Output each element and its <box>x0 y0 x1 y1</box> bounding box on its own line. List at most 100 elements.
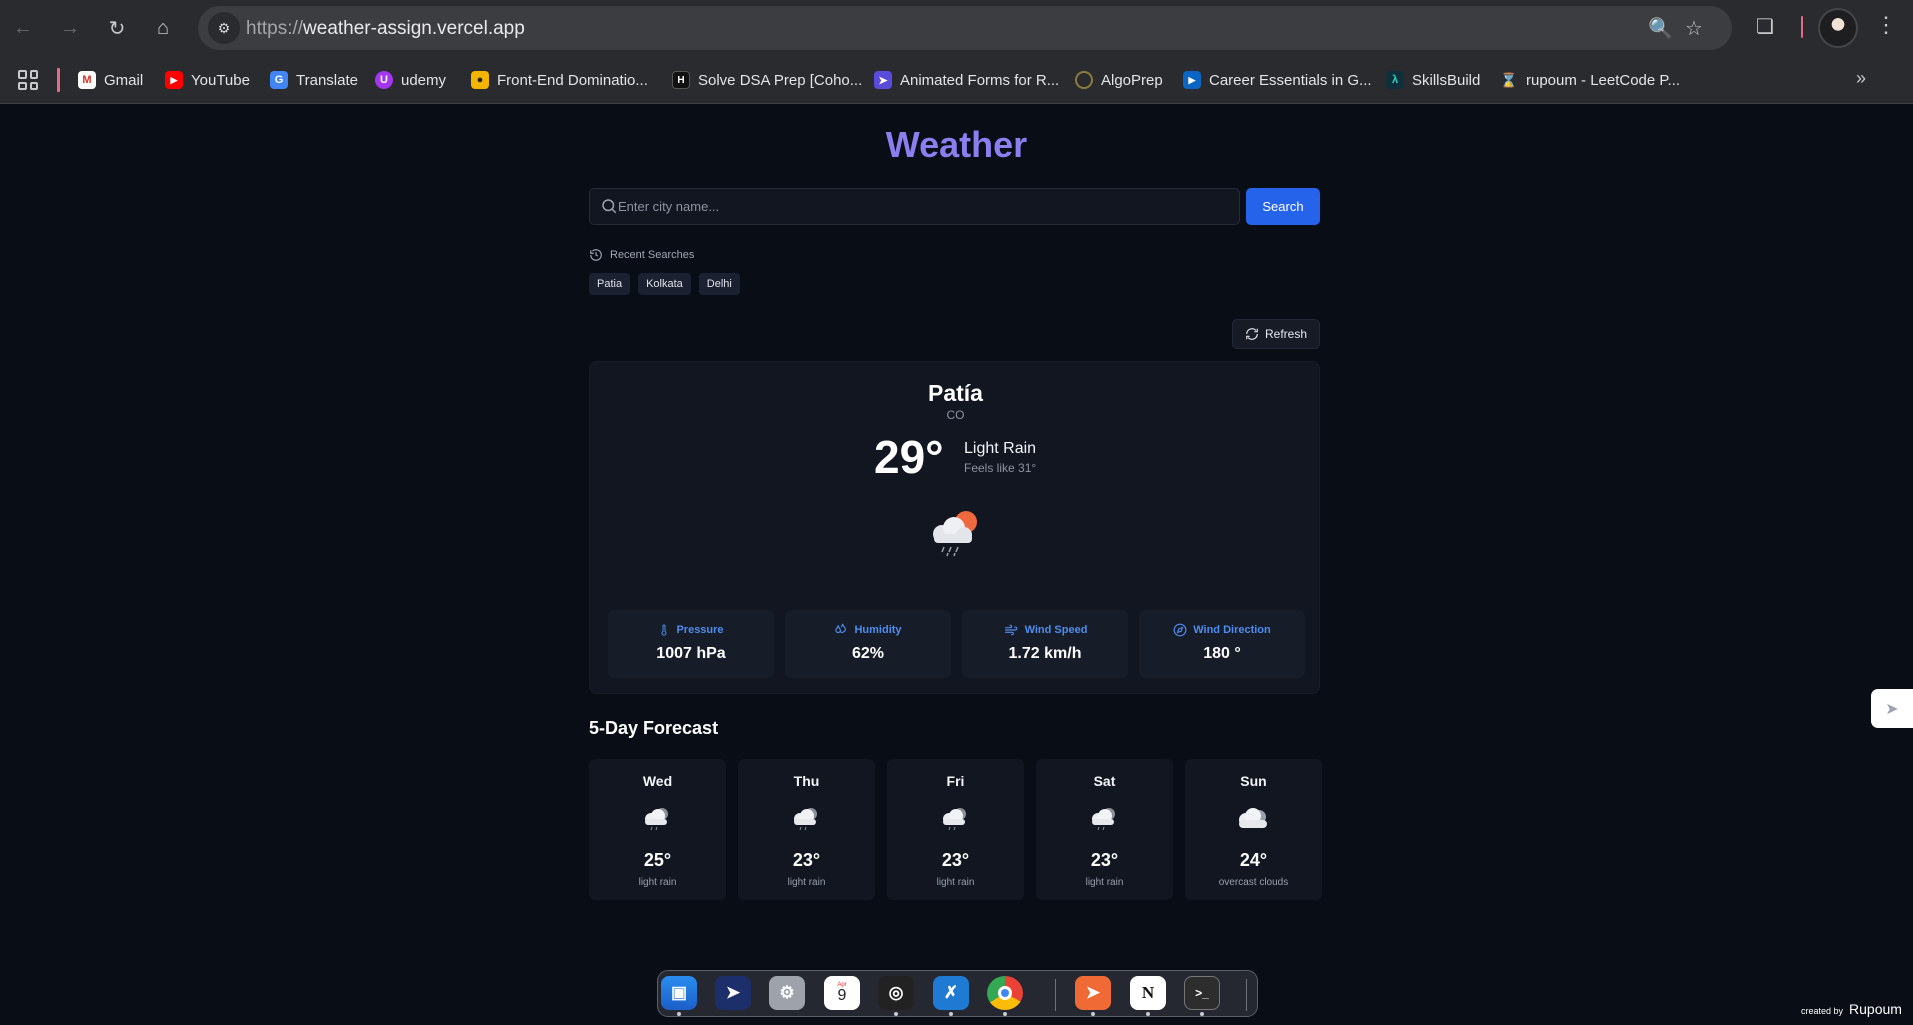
bookmark-skillsbuild[interactable]: λ SkillsBuild <box>1386 68 1480 92</box>
divider <box>57 68 60 92</box>
credit-name[interactable]: Rupoum <box>1849 1001 1902 1017</box>
bookmark-animated-forms[interactable]: ➤ Animated Forms for R... <box>874 68 1059 92</box>
forecast-day-name: Sun <box>1240 773 1267 789</box>
forecast-heading: 5-Day Forecast <box>589 718 719 738</box>
forecast-day-name: Wed <box>642 773 673 789</box>
skillsbuild-icon: λ <box>1386 71 1404 89</box>
bookmark-algoprep[interactable]: AlgoPrep <box>1075 68 1163 92</box>
bookmark-leetcode[interactable]: ⌛ rupoum - LeetCode P... <box>1500 68 1680 92</box>
current-temperature: 29° <box>874 431 944 483</box>
forecast-day-card: Fri 23° light rain <box>887 759 1024 900</box>
divider <box>1801 16 1803 38</box>
launchpad-rocket-icon[interactable]: ➤ <box>715 976 751 1010</box>
forecast-temp: 25° <box>643 850 672 870</box>
condition-text: Light Rain <box>964 440 1037 457</box>
bookmarks-bar: M Gmail ▶ YouTube G Translate Uudemy ● Front… <box>0 56 1913 104</box>
forecast-temp: 24° <box>1239 850 1268 870</box>
bookmark-label: Translate <box>296 71 358 89</box>
site-settings-icon[interactable]: ⚙ <box>208 12 240 44</box>
page-title: Weather <box>885 124 1028 165</box>
stat-label: Wind Speed <box>1024 624 1088 636</box>
weather-stats: Pressure 1007 hPa Humidity 62% Wind Spee… <box>608 610 1305 678</box>
postman-icon[interactable]: ➤ <box>1075 976 1111 1010</box>
translate-icon: G <box>270 71 288 89</box>
udemy-icon: U <box>375 71 393 89</box>
forecast-temp: 23° <box>792 850 821 870</box>
settings-gear-icon[interactable]: ⚙ <box>769 976 805 1010</box>
finder-icon[interactable]: ▣ <box>661 976 697 1010</box>
rain-cloud-icon <box>943 808 966 831</box>
refresh-icon <box>1246 328 1258 340</box>
compass-icon <box>1173 623 1187 637</box>
stat-label: Wind Direction <box>1193 624 1271 636</box>
address-bar[interactable]: ⚙ https://weather-assign.vercel.app 🔍 ☆ <box>198 6 1732 50</box>
running-indicator <box>1003 1012 1007 1016</box>
bookmark-frontend[interactable]: ● Front-End Dominatio... <box>471 68 648 92</box>
vscode-icon[interactable]: ✗ <box>933 976 969 1010</box>
search-button[interactable]: Search <box>1246 188 1320 225</box>
gmail-icon: M <box>78 71 96 89</box>
apps-grid-icon[interactable] <box>18 70 38 90</box>
bookmark-dsa[interactable]: H Solve DSA Prep [Coho... <box>672 68 862 92</box>
running-indicator <box>677 1012 681 1016</box>
city-name: Patía <box>928 380 983 406</box>
forward-arrow-icon[interactable]: → <box>52 10 88 46</box>
current-weather-card: Patía CO 29° Light Rain Feels like 31° P… <box>589 361 1320 694</box>
bookmark-career[interactable]: ▶ Career Essentials in G... <box>1183 68 1372 92</box>
floating-rocket-tab[interactable]: ➤ <box>1871 689 1913 728</box>
forecast-temp: 23° <box>941 850 970 870</box>
home-icon[interactable]: ⌂ <box>145 10 181 46</box>
recent-searches-heading: Recent Searches <box>589 248 694 262</box>
bookmark-gmail[interactable]: M Gmail <box>78 68 143 92</box>
kebab-menu-icon[interactable]: ⋮ <box>1875 12 1897 38</box>
bookmark-youtube[interactable]: ▶ YouTube <box>165 68 250 92</box>
dock-separator <box>1055 979 1056 1011</box>
forecast-day-name: Sat <box>1093 773 1116 789</box>
feels-like-text: Feels like 31° <box>964 461 1037 475</box>
refresh-label: Refresh <box>1264 327 1308 341</box>
forecast-day-card: Sat 23° light rain <box>1036 759 1173 900</box>
back-arrow-icon[interactable]: ← <box>5 10 41 46</box>
bookmark-label: udemy <box>401 71 447 89</box>
reload-icon[interactable]: ↻ <box>99 10 135 46</box>
overcast-clouds-icon <box>1239 808 1267 828</box>
chrome-icon[interactable] <box>987 976 1023 1010</box>
terminal-icon[interactable]: >_ <box>1184 976 1220 1010</box>
bookmark-label: Solve DSA Prep [Coho... <box>698 71 863 89</box>
recent-search-chip[interactable]: Delhi <box>698 273 740 295</box>
search-input[interactable] <box>618 189 1228 224</box>
recent-search-chip[interactable]: Kolkata <box>638 273 691 295</box>
browser-toolbar: ← → ↻ ⌂ ⚙ https://weather-assign.vercel.… <box>0 0 1913 56</box>
rain-cloud-icon <box>645 808 668 831</box>
running-indicator <box>1200 1012 1204 1016</box>
zoom-icon[interactable]: 🔍 <box>1648 16 1673 41</box>
url-scheme: https:// <box>246 18 304 39</box>
rocket-icon: ➤ <box>1885 700 1899 718</box>
forecast-day-name: Thu <box>793 773 820 789</box>
dsa-icon: H <box>672 71 690 89</box>
search-icon <box>602 199 617 214</box>
stat-label: Pressure <box>676 624 724 636</box>
notion-icon[interactable]: N <box>1130 976 1166 1010</box>
running-indicator <box>949 1012 953 1016</box>
chevron-double-right-icon[interactable]: » <box>1856 68 1866 89</box>
url-text[interactable]: https://weather-assign.vercel.app <box>246 18 525 40</box>
bookmark-star-icon[interactable]: ☆ <box>1685 16 1703 41</box>
extensions-icon[interactable]: ❏ <box>1756 14 1774 39</box>
refresh-button[interactable]: Refresh <box>1232 319 1320 349</box>
thermometer-icon <box>661 624 667 636</box>
profile-avatar[interactable] <box>1818 8 1858 48</box>
bookmark-udemy[interactable]: Uudemy <box>375 68 446 92</box>
target-rings-icon[interactable]: ◎ <box>878 976 914 1010</box>
bookmark-translate[interactable]: G Translate <box>270 68 358 92</box>
stat-value: 62% <box>851 645 885 662</box>
forecast-day-name: Fri <box>946 773 965 789</box>
recent-search-chip[interactable]: Patia <box>589 273 631 295</box>
career-icon: ▶ <box>1183 71 1201 89</box>
algoprep-icon <box>1075 71 1093 89</box>
history-icon <box>590 249 602 261</box>
stat-pressure: Pressure 1007 hPa <box>608 610 774 678</box>
forecast-day-card: Thu 23° light rain <box>738 759 875 900</box>
url-host: weather-assign.vercel.app <box>303 18 525 39</box>
calendar-icon[interactable]: Apr 9 <box>824 976 860 1010</box>
